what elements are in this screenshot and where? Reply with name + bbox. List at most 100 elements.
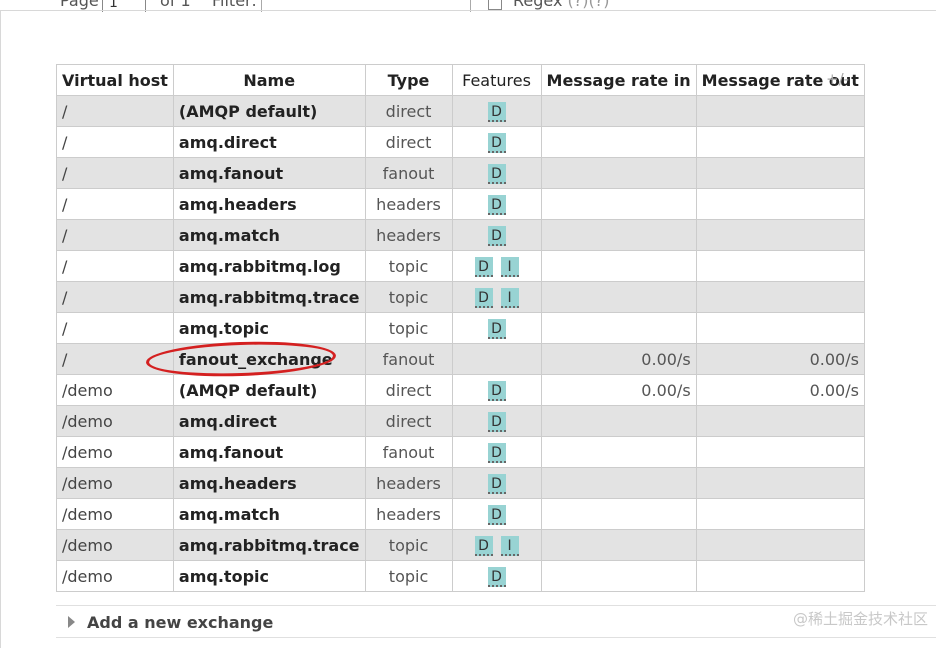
cell-rate-out (695, 250, 865, 282)
cell-vhost: /demo (56, 560, 174, 592)
exchange-name-link[interactable]: amq.direct (172, 405, 366, 437)
cell-rate-out: 0.00/s (695, 374, 865, 406)
cell-rate-in (540, 126, 697, 158)
column-header-rate-in[interactable]: Message rate in (540, 64, 697, 96)
table-row[interactable]: / (AMQP default) direct D (56, 95, 865, 127)
table-row[interactable]: / amq.direct direct D (56, 126, 865, 158)
exchange-name-link[interactable]: amq.topic (172, 312, 366, 344)
exchange-name-link[interactable]: amq.match (172, 219, 366, 251)
table-row[interactable]: / amq.match headers D (56, 219, 865, 251)
divider (0, 10, 936, 11)
table-row[interactable]: /demo amq.topic topic D (56, 560, 865, 592)
durable-badge: D (487, 411, 506, 432)
table-row[interactable]: /demo amq.fanout fanout D (56, 436, 865, 468)
cell-features: DI (451, 281, 542, 313)
cell-features: D (451, 405, 542, 437)
table-header-row: Virtual host Name Type Features Message … (56, 64, 865, 96)
cell-vhost: / (56, 281, 174, 313)
table-row[interactable]: /demo amq.headers headers D (56, 467, 865, 499)
cell-vhost: /demo (56, 405, 174, 437)
exchange-name-link[interactable]: amq.headers (172, 467, 366, 499)
cell-rate-in: 0.00/s (540, 343, 697, 375)
durable-badge: D (474, 256, 493, 277)
table-row[interactable]: / amq.rabbitmq.log topic D I (56, 250, 865, 282)
table-row[interactable]: /demo (AMQP default) direct D 0.00/s 0.00/s (56, 374, 865, 406)
exchange-name-link[interactable]: amq.fanout (172, 157, 366, 189)
cell-rate-out (695, 312, 865, 344)
column-header-type[interactable]: Type (364, 64, 453, 96)
cell-rate-out (695, 281, 865, 313)
exchange-name-link[interactable]: amq.match (172, 498, 366, 530)
cell-vhost: / (56, 157, 174, 189)
table-row[interactable]: / amq.headers headers D (56, 188, 865, 220)
table-row[interactable]: / amq.topic topic D (56, 312, 865, 344)
column-header-vhost[interactable]: Virtual host (56, 64, 174, 96)
cell-rate-in (540, 250, 697, 282)
exchange-name-link[interactable]: amq.fanout (172, 436, 366, 468)
cell-rate-in: 0.00/s (540, 374, 697, 406)
cell-rate-in (540, 95, 697, 127)
cell-rate-out (695, 467, 865, 499)
cell-vhost: /demo (56, 529, 174, 561)
cell-rate-in (540, 219, 697, 251)
table-row[interactable]: / fanout_exchange fanout 0.00/s 0.00/s (56, 343, 865, 375)
durable-badge: D (474, 287, 493, 308)
cell-vhost: / (56, 219, 174, 251)
exchange-name-link[interactable]: (AMQP default) (172, 95, 366, 127)
watermark: @稀土掘金技术社区 (792, 610, 928, 628)
cell-rate-in (540, 188, 697, 220)
exchange-name-link[interactable]: (AMQP default) (172, 374, 366, 406)
cell-type: topic (364, 281, 453, 313)
cell-rate-out (695, 560, 865, 592)
exchange-name-link[interactable]: amq.rabbitmq.trace (172, 281, 366, 313)
table-row[interactable]: /demo amq.direct direct D (56, 405, 865, 437)
exchange-name-link[interactable]: amq.direct (172, 126, 366, 158)
table-row[interactable]: / amq.fanout fanout D (56, 157, 865, 189)
cell-features: D (451, 219, 542, 251)
cell-type: topic (364, 560, 453, 592)
durable-badge: D (487, 132, 506, 153)
cell-type: direct (364, 405, 453, 437)
divider (0, 10, 1, 648)
durable-badge: D (487, 101, 506, 122)
table-row[interactable]: / amq.rabbitmq.trace topic D I (56, 281, 865, 313)
cell-rate-out: 0.00/s (695, 343, 865, 375)
cell-rate-in (540, 560, 697, 592)
cell-vhost: /demo (56, 436, 174, 468)
cell-features: D (451, 188, 542, 220)
cell-type: headers (364, 219, 453, 251)
cell-features: D (451, 95, 542, 127)
exchange-name-link[interactable]: amq.topic (172, 560, 366, 592)
table-row[interactable]: /demo amq.match headers D (56, 498, 865, 530)
cell-rate-out (695, 405, 865, 437)
exchange-name-link[interactable]: amq.rabbitmq.log (172, 250, 366, 282)
cell-rate-out (695, 436, 865, 468)
cell-vhost: / (56, 312, 174, 344)
internal-badge: I (500, 535, 519, 556)
add-exchange-toggle[interactable]: Add a new exchange (87, 613, 273, 632)
cell-type: topic (364, 312, 453, 344)
table-row[interactable]: /demo amq.rabbitmq.trace topic D I (56, 529, 865, 561)
exchange-name-link[interactable]: amq.rabbitmq.trace (172, 529, 366, 561)
column-header-features: Features (451, 64, 542, 96)
cell-type: headers (364, 467, 453, 499)
column-toggle-button[interactable]: +/- (826, 70, 849, 88)
exchanges-table: Virtual host Name Type Features Message … (56, 64, 865, 592)
regex-help-link[interactable]: (?)(?) (568, 0, 610, 10)
regex-checkbox[interactable] (488, 0, 502, 10)
cell-features (451, 343, 542, 375)
cell-features: D (451, 312, 542, 344)
page-label: Page (60, 0, 99, 10)
cell-type: topic (364, 250, 453, 282)
column-header-name[interactable]: Name (172, 64, 366, 96)
cell-rate-out (695, 219, 865, 251)
page-count-label: of 1 (160, 0, 191, 10)
exchange-name-link[interactable]: fanout_exchange (172, 343, 366, 375)
cell-rate-in (540, 467, 697, 499)
cell-type: fanout (364, 157, 453, 189)
cell-features: DI (451, 529, 542, 561)
durable-badge: D (487, 380, 506, 401)
cell-rate-in (540, 529, 697, 561)
cell-rate-in (540, 157, 697, 189)
exchange-name-link[interactable]: amq.headers (172, 188, 366, 220)
